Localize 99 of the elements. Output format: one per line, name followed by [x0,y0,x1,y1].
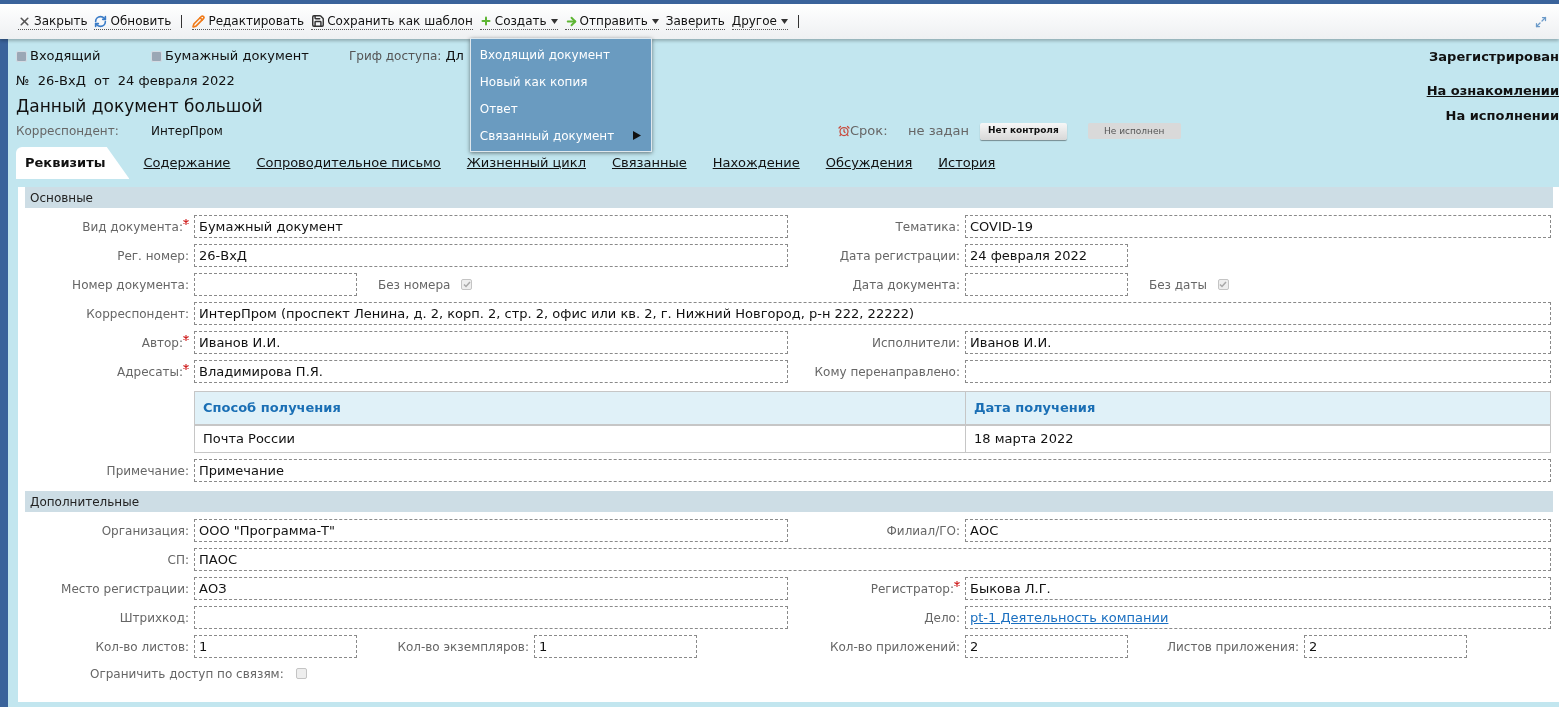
input-field[interactable]: Иванов И.И. [965,331,1551,354]
checkbox[interactable] [295,668,307,679]
access-label: Гриф доступа: [349,48,442,65]
correspondent-value: ИнтерПром [151,124,223,138]
field-label: Тематика: [895,218,960,236]
table-cell-text: 18 марта 2022 [973,430,1075,449]
document-number: № 26-ВхД от 24 февраля 2022 [16,72,235,87]
field-label: Организация: [101,522,189,540]
tab[interactable]: История [938,147,996,179]
field-label: Кол-во приложений: [829,638,960,656]
input-field[interactable]: Владимирова П.Я. [194,360,788,383]
pencil-icon [192,14,206,28]
input-field[interactable] [965,360,1551,383]
checkbox[interactable] [1217,279,1229,290]
tab[interactable]: Сопроводительное письмо [256,147,441,179]
input-field[interactable]: АОС [965,519,1551,542]
field-label: Место регистрации: [61,580,189,598]
input-field[interactable]: Иванов И.И. [194,331,788,354]
deadline-label: Срок: [850,122,889,141]
field-label: Автор: [141,334,183,352]
field-label: Штрихкод: [119,609,189,627]
field-label: Дело: [924,609,960,627]
close-icon [18,14,31,28]
column-header: Дата получения [973,399,1097,418]
toolbar-button[interactable]: Создать [479,13,558,30]
document-title: Данный документ большой [16,96,263,116]
toolbar-button[interactable]: Редактировать [192,13,305,30]
input-field[interactable] [194,273,357,296]
status-link[interactable]: На ознакомлении [1426,80,1559,100]
toolbar-button[interactable]: Заверить [665,13,725,30]
status-label: Зарегистрирован [1429,48,1559,66]
refresh-icon [94,14,108,28]
field-label: Кому перенаправлено: [814,363,960,381]
field-label: Исполнители: [872,334,960,352]
input-field[interactable]: pt-1 Деятельность компании [965,606,1551,629]
field-label: Номер документа: [72,276,189,294]
tab[interactable]: Реквизиты [16,147,130,179]
field-label: Адресаты: [117,363,183,381]
tab[interactable]: Нахождение [712,147,800,179]
input-field[interactable]: Быкова Л.Г. [965,577,1551,600]
field-label: Корреспондент: [86,305,189,323]
access-value: Дл [445,47,464,66]
document-tag: Бумажный документ [165,46,309,66]
toolbar-button[interactable]: Отправить [564,13,659,30]
input-field[interactable]: 26-ВхД [194,244,788,267]
input-field[interactable]: ИнтерПром (проспект Ленина, д. 2, корп. 2, стр. 2, офис или кв. 2, г. Нижний Новгород, р-н 222, 22222) [194,302,1551,325]
input-field[interactable]: ПАОС [194,548,1551,571]
toolbar-button[interactable]: Обновить [94,13,172,30]
field-label: Кол-во экземпляров: [397,638,529,656]
section-header: Основные [25,187,1553,208]
input-field[interactable]: 1 [194,635,357,658]
control-button[interactable]: Нет контроля [980,122,1067,140]
input-field[interactable]: 24 февраля 2022 [965,244,1128,267]
case-link[interactable]: pt-1 Деятельность компании [970,607,1169,628]
input-field[interactable]: 2 [965,635,1128,658]
checkbox[interactable] [461,279,473,290]
field-label: Регистратор: [870,580,954,598]
execution-status-badge: Не исполнен [1087,123,1181,139]
input-field[interactable]: АОЗ [194,577,788,600]
table-cell: Почта России [195,426,966,452]
column-header: Способ получения [195,392,966,424]
input-field[interactable]: Бумажный документ [194,215,788,238]
section-header: Дополнительные [25,491,1553,512]
tab[interactable]: Жизненный цикл [466,147,586,179]
input-field[interactable]: Примечание [194,459,1551,482]
status-label: На исполнении [1445,107,1559,125]
correspondent-label: Корреспондент: [16,123,120,140]
field-label: Вид документа: [82,218,183,236]
field-label: Дата регистрации: [839,247,960,265]
alarm-clock-icon [838,125,850,137]
input-field[interactable]: 2 [1304,635,1467,658]
input-field[interactable] [194,606,788,629]
field-label: Кол-во листов: [95,638,189,656]
input-field[interactable] [965,273,1128,296]
field-label: Примечание: [106,462,189,480]
arrow-right-icon [564,14,578,28]
input-field[interactable]: ООО "Программа-Т" [194,519,788,542]
document-type-icon [16,50,27,62]
plus-icon [479,15,492,27]
field-label: Филиал/ГО: [886,522,960,540]
document-tag: Входящий [30,46,101,66]
fullscreen-icon[interactable] [1535,15,1547,28]
field-label: Рег. номер: [117,247,189,265]
toolbar-button[interactable]: Сохранить как шаблон [311,13,473,30]
toolbar-button[interactable]: Закрыть [18,13,88,30]
checkbox-label: Без даты [1149,276,1207,294]
tab[interactable]: Связанные [612,147,687,179]
checkbox-label: Ограничить доступ по связям: [90,665,284,683]
input-field[interactable]: COVID-19 [965,215,1551,238]
field-label: Листов приложения: [1167,638,1299,656]
toolbar-button[interactable]: Другое [731,13,788,30]
tab[interactable]: Содержание [143,147,231,179]
document-type-icon [151,50,162,62]
field-label: Дата документа: [852,276,960,294]
tab[interactable]: Обсуждения [825,147,913,179]
deadline-value: не задан [908,122,970,141]
field-label: СП: [167,551,189,569]
checkbox-label: Без номера [378,276,451,294]
input-field[interactable]: 1 [534,635,697,658]
